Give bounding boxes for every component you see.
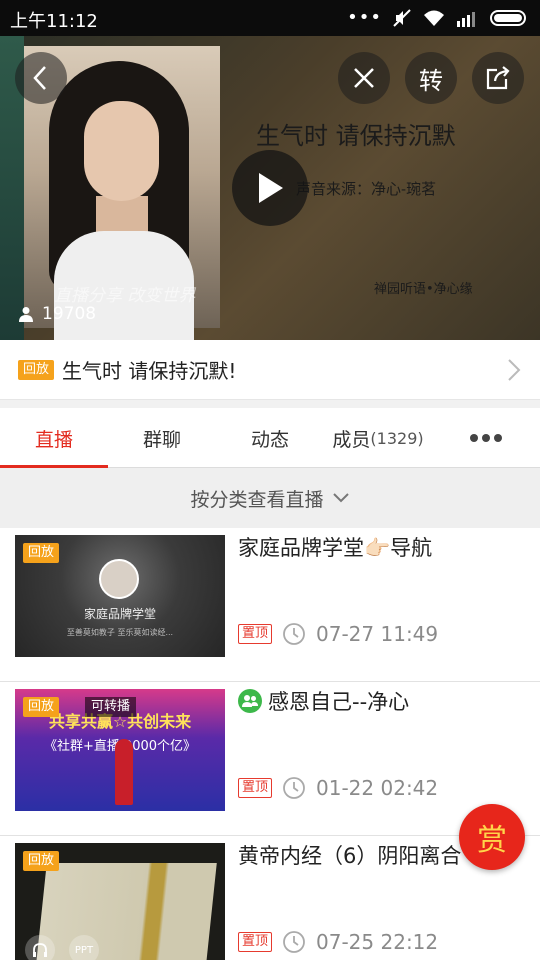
chevron-down-icon: [332, 493, 349, 503]
share-button[interactable]: [472, 52, 524, 104]
hero-title: 生气时 请保持沉默: [256, 122, 456, 150]
tab-live[interactable]: 直播: [0, 408, 108, 468]
list-item[interactable]: 家庭品牌学堂 至善莫如教子 至乐莫如读经... 回放 家庭品牌学堂👉🏻导航 置顶…: [0, 528, 540, 682]
group-icon: [238, 689, 262, 713]
category-filter-label: 按分类查看直播: [190, 488, 324, 511]
section-divider: [0, 400, 540, 408]
replay-badge: 回放: [23, 697, 60, 717]
signal-icon: [457, 12, 475, 27]
photo-caption: 直播分享 改变世界: [54, 286, 196, 306]
play-icon: [259, 173, 283, 203]
tab-moments-label: 动态: [250, 428, 289, 451]
chevron-left-icon: [33, 66, 46, 90]
clock-icon: [283, 931, 305, 953]
tab-members[interactable]: 成员 (1329): [324, 408, 432, 468]
tab-group-chat[interactable]: 群聊: [108, 408, 216, 468]
item-title-text: 黄帝内经（6）阴阳离合: [238, 844, 462, 868]
tab-members-label: 成员: [332, 428, 371, 451]
item-time: 07-27 11:49: [316, 622, 439, 646]
item-meta: 置顶 07-25 22:12: [238, 930, 438, 954]
broadcast-title-row[interactable]: 回放 生气时 请保持沉默!: [0, 340, 540, 400]
pinned-badge: 置顶: [238, 932, 273, 952]
share-icon: [486, 66, 510, 90]
more-button[interactable]: [432, 408, 540, 468]
ppt-label: PPT: [74, 944, 94, 956]
pinned-badge: 置顶: [238, 624, 273, 644]
thumb-avatar: [99, 559, 139, 599]
category-filter[interactable]: 按分类查看直播: [0, 468, 540, 528]
item-time: 07-25 22:12: [316, 930, 439, 954]
back-button[interactable]: [15, 52, 67, 104]
thumb-subtitle: 至善莫如教子 至乐莫如读经...: [66, 628, 174, 637]
item-thumbnail[interactable]: 家庭品牌学堂 至善莫如教子 至乐莫如读经... 回放: [15, 535, 225, 657]
item-title-text: 感恩自己--净心: [268, 690, 410, 714]
item-thumbnail[interactable]: 回放 PPT: [15, 843, 225, 960]
item-time: 01-22 02:42: [316, 776, 439, 800]
more-dots-icon: •••: [347, 7, 382, 28]
item-meta: 置顶 07-27 11:49: [238, 622, 438, 646]
close-icon: [354, 68, 374, 88]
list-item[interactable]: 回放 PPT 黄帝内经（6）阴阳离合 置顶 07-25 22:12: [0, 836, 540, 960]
thumb-title: 家庭品牌学堂: [83, 607, 156, 621]
tab-bar: 直播 群聊 动态 成员 (1329): [0, 408, 540, 468]
live-video-hero[interactable]: 直播分享 改变世界 生气时 请保持沉默 声音来源：净心-琬茗 禅园听语•净心缘 …: [0, 36, 540, 340]
tab-group-chat-label: 群聊: [142, 428, 181, 451]
hero-source: 声音来源：净心-琬茗: [296, 180, 437, 198]
play-button[interactable]: [232, 150, 308, 226]
item-title-text: 家庭品牌学堂👉🏻导航: [238, 536, 433, 560]
replay-badge: 回放: [18, 359, 55, 380]
status-bar: 上午11:12 •••: [0, 0, 540, 36]
item-meta: 置顶 01-22 02:42: [238, 776, 438, 800]
item-title: 家庭品牌学堂👉🏻导航: [238, 532, 432, 562]
clock-icon: [283, 623, 305, 645]
item-thumbnail[interactable]: 共享共赢☆共创未来 《社群+直播 2000个亿》 回放 可转播: [15, 689, 225, 811]
clock-icon: [283, 777, 305, 799]
chevron-right-icon: [508, 359, 521, 381]
list-item[interactable]: 共享共赢☆共创未来 《社群+直播 2000个亿》 回放 可转播 感恩自己--净心…: [0, 682, 540, 836]
item-title: 感恩自己--净心: [238, 686, 409, 716]
pinned-badge: 置顶: [238, 778, 273, 798]
mute-icon: [393, 9, 411, 27]
tab-moments[interactable]: 动态: [216, 408, 324, 468]
status-icons: •••: [347, 8, 530, 28]
replay-badge: 回放: [23, 543, 60, 563]
repost-button[interactable]: 转: [405, 52, 457, 104]
close-button[interactable]: [338, 52, 390, 104]
headphones-icon: [25, 935, 55, 960]
ppt-icon: PPT: [69, 935, 99, 960]
person-icon: [19, 307, 33, 322]
viewer-count: 19708: [18, 304, 96, 324]
more-dots-icon: [470, 434, 502, 442]
battery-icon: [490, 10, 526, 26]
thumb-scroll-image: [35, 863, 217, 960]
tab-live-label: 直播: [34, 428, 73, 451]
replay-badge: 回放: [23, 851, 60, 871]
broadcast-title: 生气时 请保持沉默!: [62, 359, 237, 383]
item-title: 黄帝内经（6）阴阳离合: [238, 840, 461, 870]
viewer-count-value: 19708: [42, 304, 97, 324]
tab-members-count: (1329): [370, 428, 424, 448]
wifi-icon: [424, 10, 444, 26]
rebroadcast-badge: 可转播: [85, 697, 137, 717]
thumb-speaker: [115, 739, 133, 805]
hero-small-caption: 禅园听语•净心缘: [374, 282, 473, 297]
reward-button[interactable]: 赏: [459, 804, 525, 870]
status-time: 上午11:12: [10, 11, 98, 32]
